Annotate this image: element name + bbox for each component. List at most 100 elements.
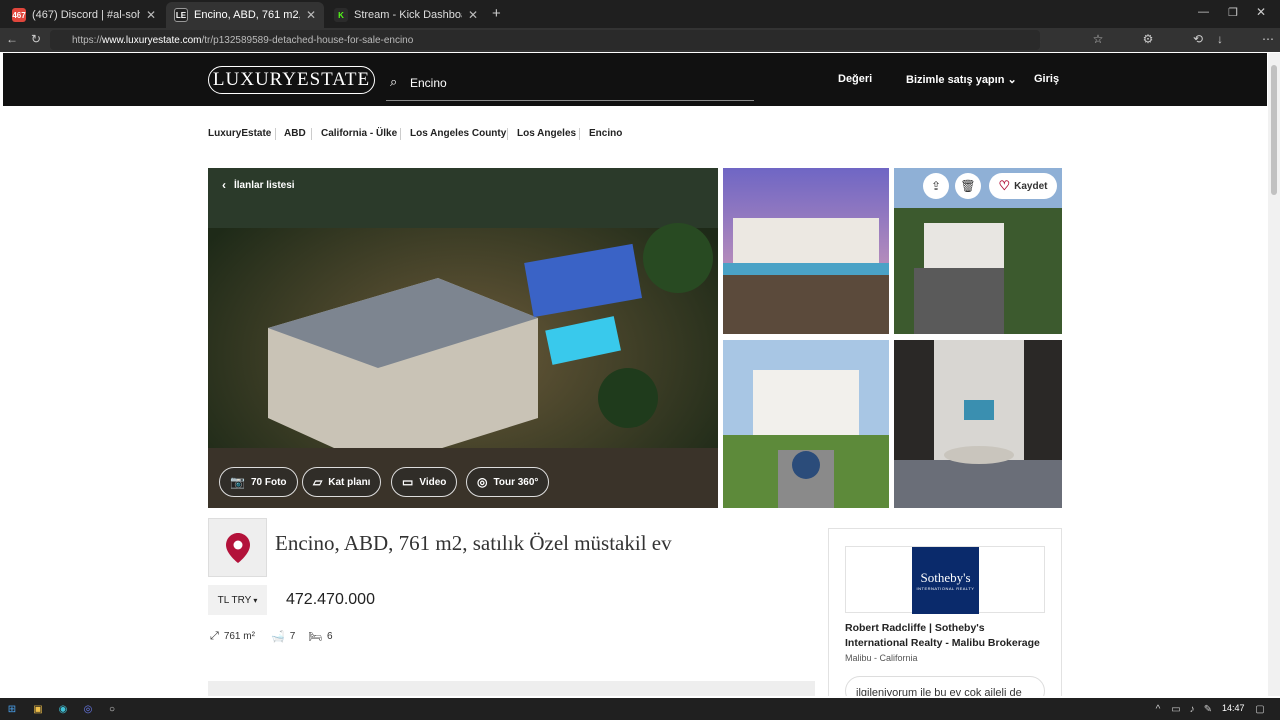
bath-value: 7: [289, 631, 296, 642]
kick-favicon-icon: K: [334, 8, 348, 22]
address-bar: ← ↻ https://www.luxuryestate.com/tr/p132…: [0, 28, 1280, 52]
page: LUXURYESTATE ⌕ Encino Değeri Bizimle sat…: [3, 53, 1267, 696]
bathtub-icon: 🛁: [271, 631, 285, 643]
url-field[interactable]: https://www.luxuryestate.com/tr/p1325895…: [50, 30, 1040, 50]
tab-title: (467) Discord | #al-sohbet | Ed: [32, 9, 140, 21]
area-icon: ⤢: [210, 630, 219, 642]
delete-button[interactable]: 🗑: [955, 173, 981, 199]
scrollbar-thumb[interactable]: [1271, 65, 1277, 195]
chevron-left-icon: ‹: [222, 178, 226, 192]
tab-title: Stream - Kick Dashboard: [354, 9, 462, 21]
clock[interactable]: 14:47: [1222, 703, 1245, 713]
video-button[interactable]: ▭ Video: [391, 467, 458, 497]
map-thumbnail[interactable]: [208, 518, 267, 577]
heart-icon: ♡: [998, 178, 1011, 193]
reload-icon[interactable]: ↻: [28, 32, 44, 46]
breadcrumb-item[interactable]: Encino: [589, 128, 622, 139]
minimize-icon[interactable]: —: [1198, 6, 1209, 18]
luxuryestate-favicon-icon: LE: [174, 8, 188, 22]
discord-app-icon[interactable]: ◎: [80, 701, 96, 717]
breadcrumb-item[interactable]: LuxuryEstate: [208, 128, 271, 139]
favorites-icon[interactable]: ☆: [1090, 32, 1106, 46]
volume-icon[interactable]: ♪: [1184, 701, 1200, 717]
nav-value[interactable]: Değeri: [838, 73, 872, 85]
agent-logo-box: Sotheby's INTERNATIONAL REALTY: [845, 546, 1045, 614]
agent-name[interactable]: Robert Radcliffe | Sotheby's Internation…: [845, 621, 1050, 651]
extensions-icon[interactable]: ⚙: [1140, 32, 1156, 46]
windows-start-icon[interactable]: ⊞: [4, 701, 20, 717]
file-explorer-icon[interactable]: ▣: [30, 701, 46, 717]
edge-browser-icon[interactable]: ◉: [55, 701, 71, 717]
network-icon[interactable]: ▭: [1168, 701, 1184, 717]
url-domain: www.luxuryestate.com: [102, 34, 202, 46]
back-to-list-button[interactable]: ‹ İlanlar listesi: [222, 178, 295, 192]
message-field[interactable]: ilgileniyorum ile bu ev çok aileli de: [845, 676, 1045, 696]
new-tab-icon[interactable]: +: [492, 5, 501, 22]
tab-luxuryestate[interactable]: LE Encino, ABD, 761 m2, satılık Özel m ✕: [166, 2, 324, 28]
currency-select[interactable]: TL TRY ▾: [208, 585, 267, 615]
breadcrumb-separator: [311, 128, 312, 140]
site-logo[interactable]: LUXURYESTATE: [208, 66, 375, 94]
maximize-icon[interactable]: ❐: [1228, 6, 1238, 19]
currency-label: TL TRY: [217, 594, 252, 606]
save-label: Kaydet: [1014, 180, 1048, 192]
caret-down-icon: ▾: [253, 595, 258, 605]
listing-title: Encino, ABD, 761 m2, satılık Özel müstak…: [275, 531, 672, 555]
tour-360-button[interactable]: ◎ Tour 360°: [466, 467, 550, 497]
main-photo[interactable]: ‹ İlanlar listesi: [208, 168, 718, 508]
tab-discord[interactable]: 467 (467) Discord | #al-sohbet | Ed ✕: [4, 2, 164, 28]
save-button[interactable]: ♡ Kaydet: [989, 173, 1057, 199]
gallery-thumbnail[interactable]: [723, 340, 889, 508]
breadcrumb-item[interactable]: Los Angeles: [517, 128, 576, 139]
video-label: Video: [419, 476, 447, 488]
close-tab-icon[interactable]: ✕: [468, 8, 478, 22]
nav-login[interactable]: Giriş: [1034, 73, 1059, 85]
breadcrumb-item[interactable]: Los Angeles County: [410, 128, 506, 139]
tour-360-icon: ◎: [477, 475, 488, 489]
page-scrollbar[interactable]: [1268, 53, 1280, 696]
taskbar: ⊞ ▣ ◉ ◎ ○ ^ ▭ ♪ ✎ 14:47 ▢: [0, 698, 1280, 720]
breadcrumb-separator: [275, 128, 276, 140]
menu-icon[interactable]: ⋯: [1260, 32, 1276, 46]
bed-value: 6: [326, 631, 333, 642]
sothebys-logo[interactable]: Sotheby's INTERNATIONAL REALTY: [912, 547, 979, 614]
bath-spec: 🛁 7: [271, 630, 295, 643]
breadcrumb-item[interactable]: ABD: [284, 128, 306, 139]
search-input[interactable]: ⌕ Encino: [386, 65, 754, 101]
search-value: Encino: [410, 75, 447, 90]
close-tab-icon[interactable]: ✕: [146, 8, 156, 22]
close-window-icon[interactable]: ✕: [1256, 5, 1266, 19]
url-path: /tr/p132589589-detached-house-for-sale-e…: [201, 34, 414, 46]
notifications-icon[interactable]: ▢: [1252, 701, 1268, 717]
tab-kick[interactable]: K Stream - Kick Dashboard ✕: [326, 2, 486, 28]
tour-360-label: Tour 360°: [493, 476, 539, 488]
close-tab-icon[interactable]: ✕: [306, 8, 316, 22]
url-prefix: https://: [72, 34, 103, 46]
history-icon[interactable]: ⟲: [1190, 32, 1206, 46]
tray-chevron-icon[interactable]: ^: [1150, 701, 1166, 717]
listing-price: 472.470.000: [286, 591, 375, 608]
download-icon[interactable]: ↓: [1212, 32, 1228, 46]
share-button[interactable]: ⇪: [923, 173, 949, 199]
trash-icon: 🗑: [960, 179, 976, 193]
breadcrumb-separator: [507, 128, 508, 140]
breadcrumb-separator: [579, 128, 580, 140]
gallery-thumbnail[interactable]: [894, 340, 1062, 508]
search-icon: ⌕: [390, 74, 398, 89]
tab-title: Encino, ABD, 761 m2, satılık Özel m: [194, 9, 300, 21]
floorplan-button[interactable]: ▱ Kat planı: [302, 467, 382, 497]
obs-app-icon[interactable]: ○: [104, 701, 120, 717]
floorplan-icon: ▱: [313, 475, 323, 489]
photos-button[interactable]: 📷 70 Foto: [219, 467, 298, 497]
bed-icon: 🛏: [308, 631, 322, 643]
photos-label: 70 Foto: [250, 476, 287, 488]
breadcrumb-item[interactable]: California - Ülke: [321, 128, 397, 139]
pen-icon[interactable]: ✎: [1200, 701, 1216, 717]
back-icon[interactable]: ←: [4, 32, 20, 46]
nav-sell[interactable]: Bizimle satış yapın ⌄: [906, 73, 1017, 86]
bed-spec: 🛏 6: [308, 630, 333, 643]
gallery-thumbnail[interactable]: [723, 168, 889, 334]
area-value: 761 m²: [223, 631, 255, 642]
map-pin-icon: [225, 532, 250, 563]
agent-location: Malibu - California: [845, 653, 918, 663]
